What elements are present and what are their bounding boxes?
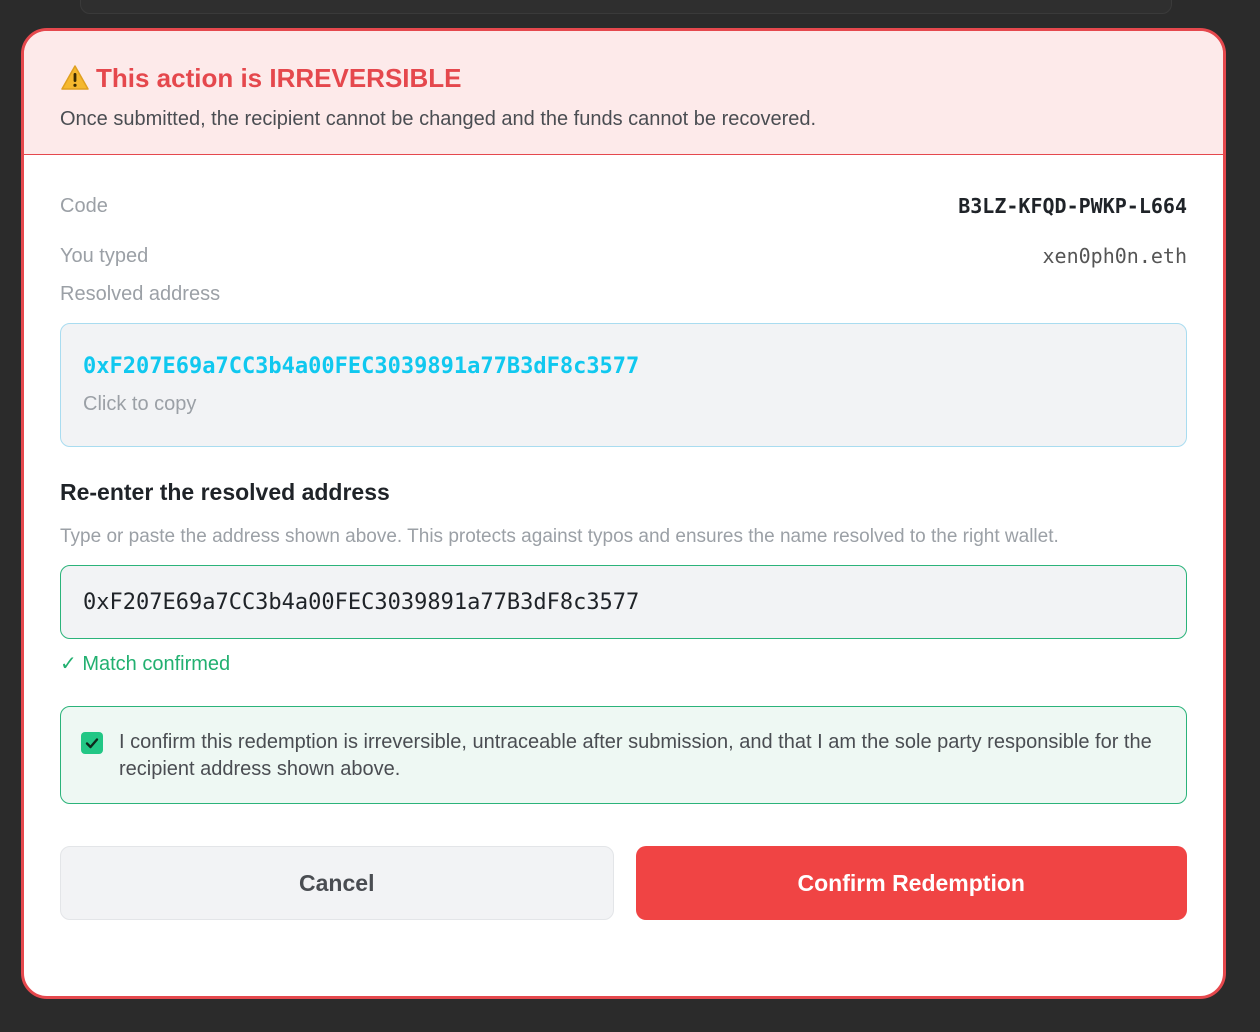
resolved-address: 0xF207E69a7CC3b4a00FEC3039891a77B3dF8c35…	[83, 354, 640, 379]
typed-value: xen0ph0n.eth	[1042, 244, 1188, 268]
typed-label: You typed	[60, 244, 149, 267]
confirm-text: I confirm this redemption is irreversibl…	[119, 731, 1152, 780]
irreversible-warning-banner: This action is IRREVERSIBLE Once submitt…	[24, 31, 1223, 155]
checkmark-icon	[85, 738, 99, 749]
dialog-body: Code B3LZ-KFQD-PWKP-L664 You typed xen0p…	[24, 181, 1223, 920]
warning-title-text: This action is IRREVERSIBLE	[96, 62, 462, 93]
match-confirmed-status: ✓ Match confirmed	[60, 653, 231, 675]
code-value: B3LZ-KFQD-PWKP-L664	[958, 194, 1187, 218]
warning-subtitle: Once submitted, the recipient cannot be …	[60, 108, 817, 130]
confirm-redemption-dialog: This action is IRREVERSIBLE Once submitt…	[21, 28, 1226, 999]
confirm-redemption-button[interactable]: Confirm Redemption	[635, 846, 1187, 920]
dialog-actions: Cancel Confirm Redemption	[60, 846, 1187, 920]
warning-icon	[60, 64, 90, 92]
reenter-title: Re-enter the resolved address	[60, 479, 390, 505]
reenter-description: Type or paste the address shown above. T…	[60, 526, 1059, 547]
resolved-address-copy-box[interactable]: 0xF207E69a7CC3b4a00FEC3039891a77B3dF8c35…	[60, 323, 1187, 447]
code-label: Code	[60, 194, 108, 217]
irreversible-confirmation[interactable]: I confirm this redemption is irreversibl…	[60, 706, 1187, 804]
resolved-address-label: Resolved address	[60, 283, 221, 305]
code-row: Code B3LZ-KFQD-PWKP-L664	[60, 181, 1187, 231]
background-card	[80, 0, 1172, 14]
warning-title: This action is IRREVERSIBLE	[60, 60, 1223, 96]
confirm-checkbox[interactable]	[81, 732, 103, 754]
reenter-address-input[interactable]	[60, 565, 1187, 639]
cancel-button[interactable]: Cancel	[60, 846, 614, 920]
copy-hint: Click to copy	[83, 393, 197, 415]
typed-row: You typed xen0ph0n.eth	[60, 231, 1187, 281]
